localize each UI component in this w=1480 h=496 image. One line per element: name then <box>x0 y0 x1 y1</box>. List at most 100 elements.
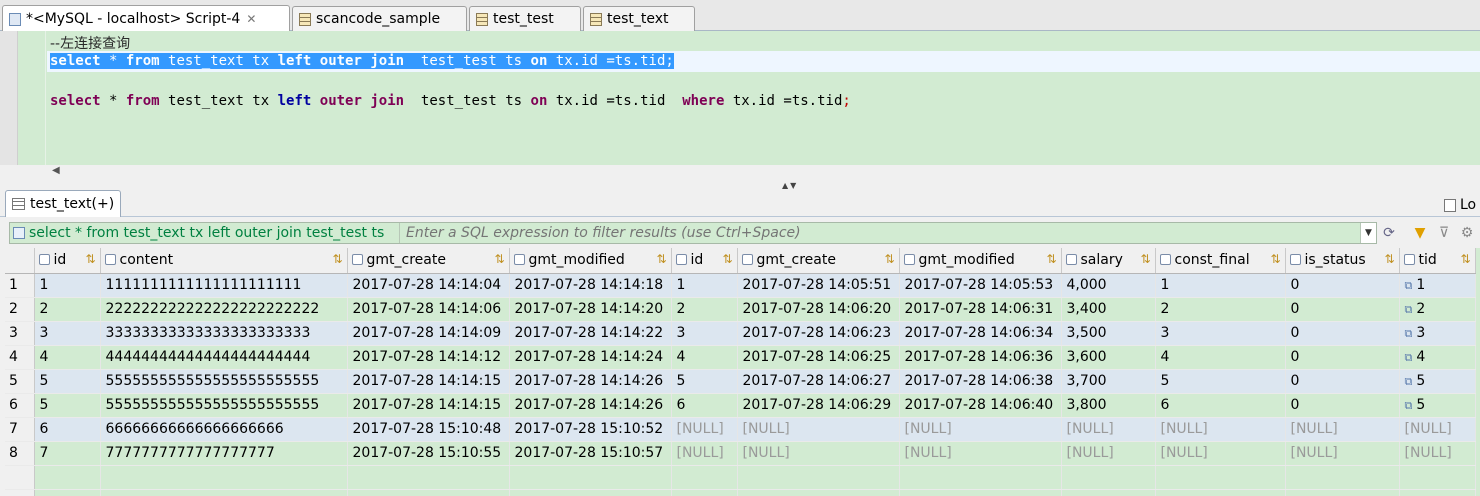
table-cell[interactable]: 2017-07-28 14:06:31 <box>899 297 1062 322</box>
sort-icon[interactable]: ⇅ <box>1270 252 1280 266</box>
table-cell[interactable]: 33333333333333333333333 <box>100 321 348 346</box>
table-cell[interactable]: 2017-07-28 14:14:15 <box>347 393 510 418</box>
sort-icon[interactable]: ⇅ <box>494 252 504 266</box>
table-cell[interactable]: [NULL] <box>737 417 900 442</box>
splitter-bar[interactable] <box>0 165 1480 189</box>
column-header-gmt-create-2[interactable]: gmt_create ⇅ <box>737 248 900 274</box>
table-cell[interactable]: 7 <box>34 441 101 466</box>
table-cell[interactable]: 555555555555555555555555 <box>100 393 348 418</box>
table-cell[interactable]: 3,700 <box>1061 369 1156 394</box>
table-cell[interactable]: 1111111111111111111111 <box>100 273 348 298</box>
sort-icon[interactable]: ⇅ <box>85 252 95 266</box>
table-cell[interactable]: 3,500 <box>1061 321 1156 346</box>
column-header-gmt-create[interactable]: gmt_create ⇅ <box>347 248 510 274</box>
table-cell[interactable]: ⧉ 4 <box>1399 345 1476 370</box>
table-cell[interactable]: 2017-07-28 14:14:18 <box>509 273 672 298</box>
filter-settings-icon[interactable]: ⚙ <box>1457 223 1477 243</box>
filter-icon[interactable]: ▼ <box>1410 223 1430 243</box>
table-row[interactable]: 4 4 44444444444444444444444 2017-07-28 14:1… <box>5 345 1476 370</box>
table-cell[interactable]: [NULL] <box>1399 417 1476 442</box>
table-cell[interactable]: 2017-07-28 14:06:34 <box>899 321 1062 346</box>
table-cell[interactable]: 2017-07-28 14:06:40 <box>899 393 1062 418</box>
sql-editor[interactable]: --左连接查询 select * from test_text tx left … <box>0 31 1480 165</box>
table-cell[interactable]: 1 <box>34 273 101 298</box>
column-header-content[interactable]: content ⇅ <box>100 248 348 274</box>
table-cell[interactable]: 2017-07-28 14:06:36 <box>899 345 1062 370</box>
table-cell[interactable]: 3,800 <box>1061 393 1156 418</box>
table-cell[interactable]: 2 <box>34 297 101 322</box>
tab-test-text[interactable]: test_text <box>583 6 695 31</box>
sort-icon[interactable]: ⇅ <box>1460 252 1470 266</box>
table-cell[interactable]: 2017-07-28 14:06:27 <box>737 369 900 394</box>
table-cell[interactable]: 4 <box>34 345 101 370</box>
table-cell[interactable]: ⧉ 2 <box>1399 297 1476 322</box>
foreign-key-link-icon[interactable]: ⧉ <box>1405 399 1413 412</box>
sql-line-where[interactable]: select * from test_text tx left outer jo… <box>50 93 851 109</box>
sort-icon[interactable]: ⇅ <box>1046 252 1056 266</box>
foreign-key-link-icon[interactable]: ⧉ <box>1405 375 1413 388</box>
table-row[interactable]: 3 3 33333333333333333333333 2017-07-28 14:1… <box>5 321 1476 346</box>
table-cell[interactable]: 2017-07-28 14:14:06 <box>347 297 510 322</box>
table-row[interactable]: 5 5 555555555555555555555555 2017-07-28 14:… <box>5 369 1476 394</box>
table-cell[interactable]: 2017-07-28 14:14:26 <box>509 393 672 418</box>
tab-test-test[interactable]: test_test <box>469 6 581 31</box>
table-cell[interactable]: 3,600 <box>1061 345 1156 370</box>
table-cell[interactable]: 4 <box>1155 345 1286 370</box>
table-cell[interactable]: 2017-07-28 14:05:53 <box>899 273 1062 298</box>
filter-input[interactable] <box>399 223 1360 243</box>
table-cell[interactable]: [NULL] <box>1285 441 1400 466</box>
table-cell[interactable]: ⧉ 1 <box>1399 273 1476 298</box>
sort-icon[interactable]: ⇅ <box>722 252 732 266</box>
table-row[interactable]: 7 6 66666666666666666666 2017-07-28 15:10:4… <box>5 417 1476 442</box>
table-cell[interactable]: [NULL] <box>671 417 738 442</box>
sort-icon[interactable]: ⇅ <box>332 252 342 266</box>
table-cell[interactable]: 6 <box>34 417 101 442</box>
column-header-tid[interactable]: tid ⇅ <box>1399 248 1476 274</box>
table-cell[interactable]: 5 <box>34 369 101 394</box>
table-cell[interactable]: ⧉ 5 <box>1399 393 1476 418</box>
table-cell[interactable]: 2 <box>671 297 738 322</box>
table-cell[interactable]: 4,000 <box>1061 273 1156 298</box>
table-cell[interactable]: 2017-07-28 14:14:26 <box>509 369 672 394</box>
table-cell[interactable]: [NULL] <box>1155 417 1286 442</box>
table-cell[interactable]: [NULL] <box>1061 441 1156 466</box>
table-cell[interactable]: 5 <box>1155 369 1286 394</box>
table-cell[interactable]: 3 <box>34 321 101 346</box>
tab-scancode-sample[interactable]: scancode_sample <box>292 6 467 31</box>
table-cell[interactable]: 0 <box>1285 321 1400 346</box>
column-header-const-final[interactable]: const_final ⇅ <box>1155 248 1286 274</box>
column-header-id[interactable]: id ⇅ <box>34 248 101 274</box>
table-cell[interactable]: 2017-07-28 14:14:09 <box>347 321 510 346</box>
table-cell[interactable]: 2017-07-28 15:10:57 <box>509 441 672 466</box>
table-row[interactable]: 2 2 222222222222222222222222 2017-07-28 14:… <box>5 297 1476 322</box>
table-cell[interactable]: 3,400 <box>1061 297 1156 322</box>
foreign-key-link-icon[interactable]: ⧉ <box>1405 303 1413 316</box>
tab-results[interactable]: test_text(+) <box>5 190 122 217</box>
table-cell[interactable]: 1 <box>1155 273 1286 298</box>
column-header-is-status[interactable]: is_status ⇅ <box>1285 248 1400 274</box>
table-row[interactable]: 6 5 555555555555555555555555 2017-07-28 14:… <box>5 393 1476 418</box>
table-cell[interactable]: 3 <box>1155 321 1286 346</box>
foreign-key-link-icon[interactable]: ⧉ <box>1405 351 1413 364</box>
table-cell[interactable]: [NULL] <box>1285 417 1400 442</box>
table-cell[interactable]: 2017-07-28 14:05:51 <box>737 273 900 298</box>
table-cell[interactable]: 0 <box>1285 297 1400 322</box>
column-header-gmt-modified-2[interactable]: gmt_modified ⇅ <box>899 248 1062 274</box>
table-cell[interactable]: 6 <box>1155 393 1286 418</box>
table-cell[interactable]: 2017-07-28 14:14:04 <box>347 273 510 298</box>
table-cell[interactable]: 222222222222222222222222 <box>100 297 348 322</box>
table-cell[interactable]: 5 <box>671 369 738 394</box>
foreign-key-link-icon[interactable]: ⧉ <box>1405 327 1413 340</box>
table-cell[interactable]: 66666666666666666666 <box>100 417 348 442</box>
refresh-filter-icon[interactable]: ⟳ <box>1379 223 1399 243</box>
table-cell[interactable]: 2017-07-28 14:14:24 <box>509 345 672 370</box>
table-cell[interactable]: 2017-07-28 15:10:55 <box>347 441 510 466</box>
table-cell[interactable]: ⧉ 3 <box>1399 321 1476 346</box>
table-cell[interactable]: 2017-07-28 15:10:48 <box>347 417 510 442</box>
table-cell[interactable]: 2017-07-28 14:06:25 <box>737 345 900 370</box>
sort-icon[interactable]: ⇅ <box>656 252 666 266</box>
table-cell[interactable]: 2017-07-28 15:10:52 <box>509 417 672 442</box>
table-cell[interactable]: 2017-07-28 14:14:20 <box>509 297 672 322</box>
tab-script-4[interactable]: *<MySQL - localhost> Script-4 ✕ <box>2 5 290 32</box>
clear-filter-icon[interactable]: ⊽ <box>1434 223 1454 243</box>
